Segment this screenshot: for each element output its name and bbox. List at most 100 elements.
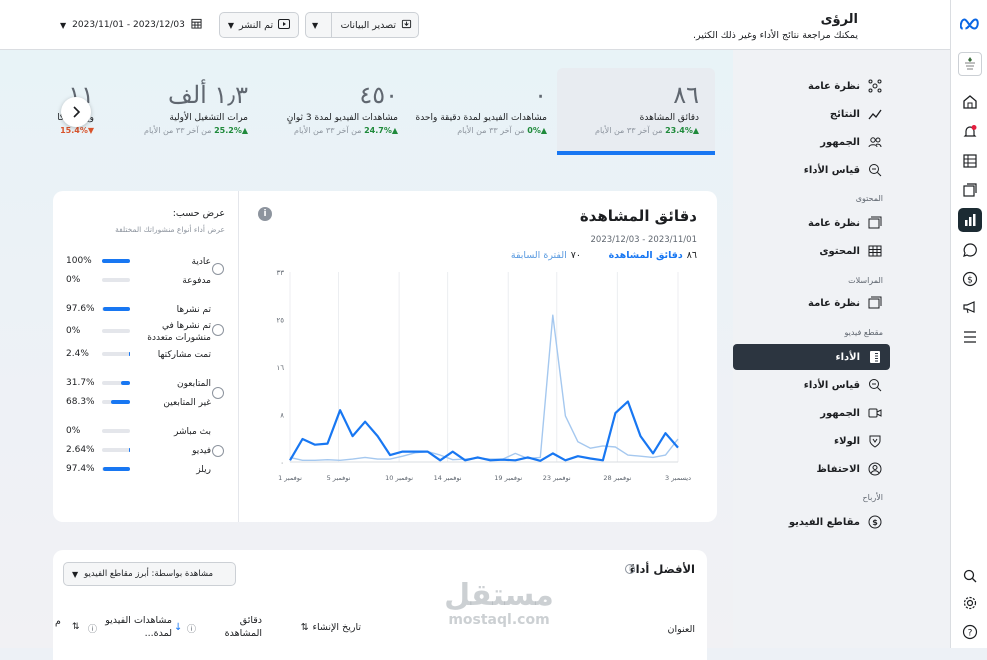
info-icon[interactable]: ⓘ [187,622,196,635]
breakdown-bar-fill [102,259,130,263]
nav-label: الأداء [835,351,860,363]
sort-down-icon[interactable]: ↓ [174,622,182,633]
breakdown-radio-post-source[interactable] [212,324,224,336]
megaphone-icon[interactable] [960,297,980,317]
nav-label: النتائج [829,108,860,120]
breakdown-label: فيديو [192,446,211,456]
watermark-domain: mostaql.com [448,612,550,628]
metric-label: دقائق المشاهدة [639,113,699,123]
column-views[interactable]: مشاهدات الفيديو لمدة... [102,614,172,640]
page-title: الرؤى [820,12,858,27]
x-tick-label: 23 نوفمبر [543,474,571,482]
metric-value: ١٫٣ ألف [167,81,248,109]
breakdown-radio-followers[interactable] [212,387,224,399]
nav-results[interactable]: النتائج [733,101,890,127]
export-icon [401,18,412,32]
pages-icon[interactable] [960,180,980,200]
nav-label: الولاء [833,435,860,447]
table-icon [868,244,882,258]
carousel-next-button[interactable] [61,97,91,127]
info-icon[interactable]: ⓘ [88,622,97,635]
breakdown-label: المتابعون [176,379,211,389]
column-minutes[interactable]: دقائق المشاهدة [202,614,262,640]
metric-label: مشاهدات الفيديو لمدة دقيقة واحدة [415,113,547,123]
date-range-label: 2023/11/01 - 2023/12/03 [72,20,185,30]
notifications-icon[interactable] [960,122,980,142]
column-created[interactable]: تاريخ الإنشاء ⇅ [301,622,361,633]
search-icon[interactable] [960,566,980,586]
x-tick-label: 28 نوفمبر [603,474,631,482]
chevron-down-icon: ▼ [312,20,319,30]
watch-minutes-line-chart: 1 نوفمبر 5 نوفمبر 10 نوفمبر 14 نوفمبر 19 نوف… [276,269,691,482]
breakdown-label: عادية [191,257,211,267]
series-line-previous-period [289,314,679,461]
breakdown-subtitle: عرض أداء أنواع منشوراتك المختلفة [115,225,225,234]
nav-video-performance[interactable]: الأداء [733,344,890,370]
nav-label: نظرة عامة [808,217,860,229]
nav-video-audience[interactable]: الجمهور [733,400,890,426]
metric-change: ▲23.4% من آخر ٣٣ من الأيام [595,126,699,135]
metric-tab-3sec-views[interactable]: ٤٥٠ مشاهدات الفيديو لمدة 3 ثوانٍ ▲24.7% … [265,82,398,168]
nav-label: نظرة عامة [808,80,860,92]
search-chart-icon [868,378,882,392]
nav-earnings-videos[interactable]: مقاطع الفيديو $ [733,509,890,535]
nav-video-loyalty[interactable]: الولاء [733,428,890,454]
insights-icon[interactable] [958,208,982,232]
monetization-icon[interactable]: $ [960,269,980,289]
metric-tab-watch-minutes[interactable]: ٨٦ دقائق المشاهدة ▲23.4% من آخر ٣٣ من ال… [565,82,699,168]
sort-by-dropdown[interactable]: ▼ مشاهدة بواسطة: أبرز مقاطع الفيديو [63,562,236,586]
settings-gear-icon[interactable] [960,593,980,613]
grid-icon[interactable] [960,151,980,171]
breakdown-label: غير المتابعين [163,398,211,408]
menu-icon[interactable] [960,327,980,347]
card-divider [238,191,239,522]
help-icon[interactable]: ? [960,622,980,642]
document-icon [868,350,882,364]
y-tick-label: ٢٥ [276,317,284,325]
metric-tab-initial-plays[interactable]: ١٫٣ ألف مرات التشغيل الأولية ▲25.2% من آ… [118,82,248,168]
nav-video-benchmark[interactable]: قياس الأداء [733,372,890,398]
nav-content[interactable]: المحتوى [733,238,890,264]
nav-overview[interactable]: نظرة عامة [733,73,890,99]
network-icon [868,79,882,93]
info-icon[interactable]: i [625,564,635,574]
column-created-label: تاريخ الإنشاء [312,622,361,633]
x-tick-label: 10 نوفمبر [385,474,413,482]
date-range-picker[interactable]: ▼ 2023/11/01 - 2023/12/03 [60,14,210,36]
breakdown-bar [102,259,130,263]
breakdown-pct: 0% [66,275,81,285]
nav-label: الاحتفاظ [816,463,860,475]
dollar-circle-icon: $ [868,515,882,529]
meta-logo-icon[interactable] [960,14,980,34]
breakdown-label: بث مباشر [174,427,211,437]
breakdown-radio-content-format[interactable] [212,445,224,457]
nav-messages-overview[interactable]: نظرة عامة [733,290,890,316]
nav-content-overview[interactable]: نظرة عامة [733,210,890,236]
top-performing-title: الأفضل أداءً [629,562,695,576]
metric-tab-1min-views[interactable]: ٠ مشاهدات الفيديو لمدة دقيقة واحدة ▲0% م… [415,82,547,168]
breakdown-bar [102,381,130,385]
shield-icon [868,434,882,448]
nav-benchmark[interactable]: قياس الأداء [733,157,890,183]
home-icon[interactable] [960,92,980,112]
export-data-button[interactable]: ▼ تصدير البيانات [305,12,419,38]
people-icon [868,135,882,149]
nav-video-retention[interactable]: الاحتفاظ [733,456,890,482]
svg-text:$: $ [872,518,878,527]
chevron-down-icon: ▼ [72,569,79,579]
metric-value: ٤٥٠ [359,81,398,109]
chevron-right-icon [71,103,81,122]
info-icon[interactable]: i [258,207,272,221]
published-filter-button[interactable]: ▼ تم النشر [219,12,299,38]
breakdown-pct: 31.7% [66,378,95,388]
legend-current-value: ٨٦ [686,250,697,261]
sort-by-label: مشاهدة بواسطة: أبرز مقاطع الفيديو [84,569,214,579]
page-avatar[interactable] [958,52,982,76]
nav-audience[interactable]: الجمهور [733,129,890,155]
breakdown-radio-paid-type[interactable] [212,263,224,275]
x-tick-label: 1 نوفمبر [278,474,302,482]
messages-icon[interactable] [960,240,980,260]
x-tick-label: 19 نوفمبر [494,474,522,482]
sort-icon[interactable]: ⇅ [72,622,80,632]
breakdown-title: عرض حسب: [172,208,225,219]
